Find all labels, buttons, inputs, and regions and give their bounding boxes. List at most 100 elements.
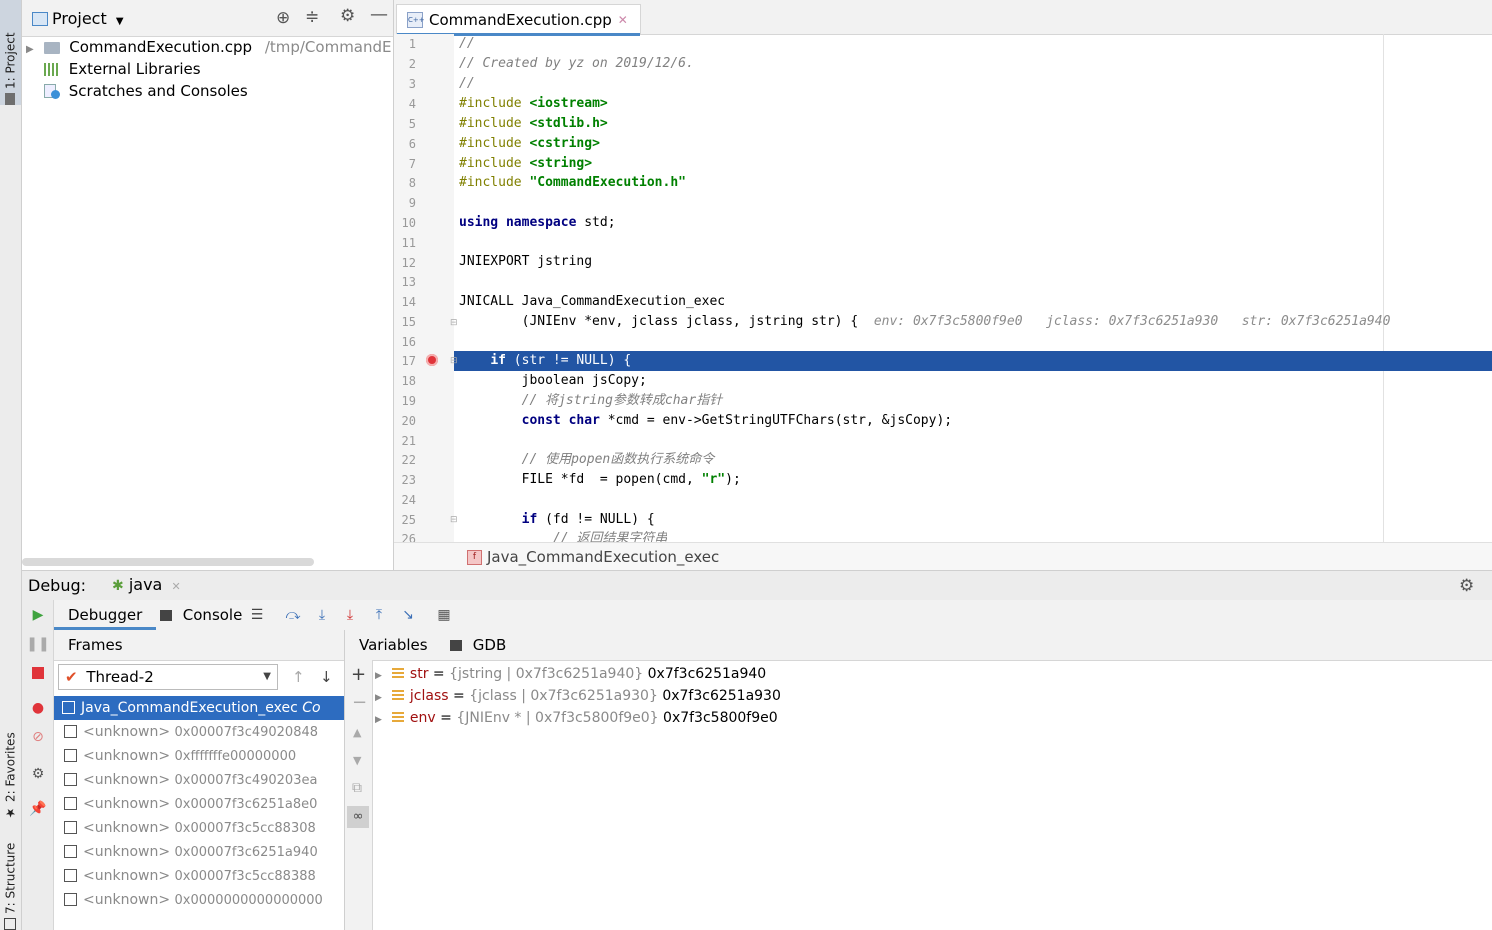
tool-tab-project[interactable]: 1: Project (0, 0, 21, 105)
force-step-into-icon[interactable]: ⤓ (341, 606, 359, 624)
inline-hint-str: str: 0x7f3c6251a940 (1241, 314, 1391, 329)
gear-icon[interactable]: ⚙ (340, 6, 355, 26)
code-editor[interactable]: C++ CommandExecution.cpp ✕ 1 2 3 4 5 6 7… (394, 0, 1492, 571)
code-line: if (fd != NULL) { (521, 512, 655, 527)
fold-marker-icon[interactable]: ⊟ (450, 318, 458, 328)
frame-name: Java_CommandExecution_exec (81, 700, 298, 716)
minimize-icon[interactable]: — (370, 4, 388, 25)
code-line: // (459, 36, 475, 51)
variable-name: jclass (409, 688, 449, 704)
line-number: 7 (408, 157, 416, 171)
copy-icon[interactable]: ⧉ (352, 780, 362, 796)
tab-gdb[interactable]: GDB (450, 636, 506, 654)
editor-breadcrumb[interactable]: f Java_CommandExecution_exec (394, 542, 1492, 571)
line-number: 24 (401, 493, 416, 507)
line-number: 20 (401, 414, 416, 428)
variable-name: env (409, 710, 436, 726)
line-number: 5 (408, 117, 416, 131)
code-line: // 使用popen函数执行系统命令 (521, 452, 715, 467)
frame-row[interactable]: <unknown> 0xfffffffe00000000 (54, 744, 344, 768)
expand-arrow-icon[interactable]: ▶ (26, 44, 34, 55)
line-number: 25 (401, 513, 416, 527)
frame-addr: 0xfffffffe00000000 (174, 749, 297, 764)
code-line: #include <string> (459, 156, 593, 171)
thread-selector[interactable]: ✔ Thread-2 ▼ (58, 664, 278, 690)
line-number: 15 (401, 315, 416, 329)
menu-icon[interactable]: ☰ (248, 606, 266, 624)
tree-item-label: CommandExecution.cpp (69, 38, 253, 56)
stop-icon[interactable] (28, 663, 48, 683)
tab-console[interactable]: Console (160, 600, 242, 630)
line-number: 21 (401, 434, 416, 448)
frame-name: <unknown> (83, 844, 171, 860)
up-arrow-icon[interactable]: ↑ (292, 668, 305, 686)
line-number: 19 (401, 394, 416, 408)
run-to-cursor-icon[interactable]: ↘ (399, 606, 417, 624)
close-icon[interactable]: ✕ (171, 580, 180, 593)
step-over-icon[interactable]: ⤼ (284, 606, 302, 624)
frame-name: <unknown> (83, 796, 171, 812)
line-number: 9 (408, 196, 416, 210)
expand-arrow-icon[interactable]: ▶ (375, 671, 382, 681)
mute-breakpoints-icon[interactable]: ⊘ (28, 727, 48, 747)
step-into-icon[interactable]: ⤓ (313, 606, 331, 624)
collapse-icon[interactable]: ≑ (305, 7, 319, 27)
tree-item-scratches[interactable]: Scratches and Consoles (44, 80, 248, 102)
down-arrow-icon[interactable]: ↓ (320, 668, 333, 686)
tool-tab-structure[interactable]: 7: Structure (0, 835, 21, 930)
remove-icon[interactable]: − (352, 692, 367, 713)
horizontal-scrollbar[interactable] (22, 558, 314, 566)
variable-row[interactable]: ▶ jclass = {jclass | 0x7f3c6251a930} 0x7f… (375, 685, 781, 707)
frame-row[interactable]: <unknown> 0x00007f3c490203ea (54, 768, 344, 792)
tree-item-file[interactable]: ▶ CommandExecution.cpp /tmp/CommandE (26, 36, 392, 58)
move-down-icon[interactable]: ▼ (353, 754, 361, 767)
step-out-icon[interactable]: ⤒ (370, 606, 388, 624)
line-number: 17 (401, 354, 416, 368)
code-line: FILE *fd = popen(cmd, "r"); (459, 472, 741, 487)
frame-addr: 0x00007f3c5cc88388 (174, 869, 316, 884)
tab-debugger[interactable]: Debugger (54, 600, 157, 630)
frame-row-selected[interactable]: Java_CommandExecution_exec Co (54, 696, 344, 720)
project-panel-header: Project ▼ ⊕ ≑ ⚙ — (22, 0, 393, 37)
variable-row[interactable]: ▶ str = {jstring | 0x7f3c6251a940} 0x7f3c… (375, 663, 766, 685)
project-view-selector[interactable]: Project ▼ (52, 9, 124, 28)
frame-row[interactable]: <unknown> 0x00007f3c5cc88308 (54, 816, 344, 840)
pin-icon[interactable]: 📌 (28, 799, 48, 819)
frame-row[interactable]: <unknown> 0x00007f3c5cc88388 (54, 864, 344, 888)
debug-side-toolbar: ▶ ❚❚ ● ⊘ ⚙ 📌 (22, 600, 54, 930)
target-icon[interactable]: ⊕ (276, 8, 290, 28)
frame-row[interactable]: <unknown> 0x00007f3c6251a8e0 (54, 792, 344, 816)
add-icon[interactable]: + (351, 664, 366, 685)
resume-icon[interactable]: ▶ (28, 605, 48, 625)
code-line: // Created by yz on 2019/12/6. (459, 56, 694, 71)
tree-item-external-libraries[interactable]: External Libraries (44, 58, 201, 80)
folder-icon (44, 41, 61, 54)
fold-marker-icon[interactable]: ⊟ (450, 515, 458, 525)
frame-row[interactable]: <unknown> 0x00007f3c6251a940 (54, 840, 344, 864)
tool-tab-favorites[interactable]: ★ 2: Favorites (0, 715, 21, 820)
tool-tab-favorites-label: 2: Favorites (3, 732, 18, 802)
watches-toggle-icon[interactable]: ∞ (347, 806, 369, 828)
fold-marker-icon[interactable]: ⊟ (450, 356, 458, 366)
move-up-icon[interactable]: ▲ (353, 726, 361, 739)
tab-console-label: Console (182, 606, 243, 624)
evaluate-expression-icon[interactable]: ▦ (435, 606, 453, 624)
frame-row[interactable]: <unknown> 0x00007f3c49020848 (54, 720, 344, 744)
gear-icon[interactable]: ⚙ (1459, 576, 1474, 596)
pause-icon[interactable]: ❚❚ (26, 634, 49, 654)
expand-arrow-icon[interactable]: ▶ (375, 715, 382, 725)
breakpoint-icon[interactable] (426, 354, 438, 366)
settings-icon[interactable]: ⚙ (28, 764, 48, 784)
expand-arrow-icon[interactable]: ▶ (375, 693, 382, 703)
view-breakpoints-icon[interactable]: ● (28, 698, 48, 718)
debug-tool-window-header: Debug: ✱ java ✕ ⚙ (22, 570, 1492, 604)
variable-row[interactable]: ▶ env = {JNIEnv * | 0x7f3c5800f9e0} 0x7f3… (375, 707, 778, 729)
editor-tab-commandexecution[interactable]: C++ CommandExecution.cpp ✕ (396, 4, 641, 36)
breadcrumb-label: Java_CommandExecution_exec (487, 548, 720, 566)
debug-session-label: java (128, 575, 163, 594)
tab-variables[interactable]: Variables (359, 636, 428, 654)
frame-row[interactable]: <unknown> 0x0000000000000000 (54, 888, 344, 912)
variable-value: 0x7f3c6251a930 (662, 688, 781, 704)
frame-name: <unknown> (83, 748, 171, 764)
close-icon[interactable]: ✕ (618, 13, 628, 27)
